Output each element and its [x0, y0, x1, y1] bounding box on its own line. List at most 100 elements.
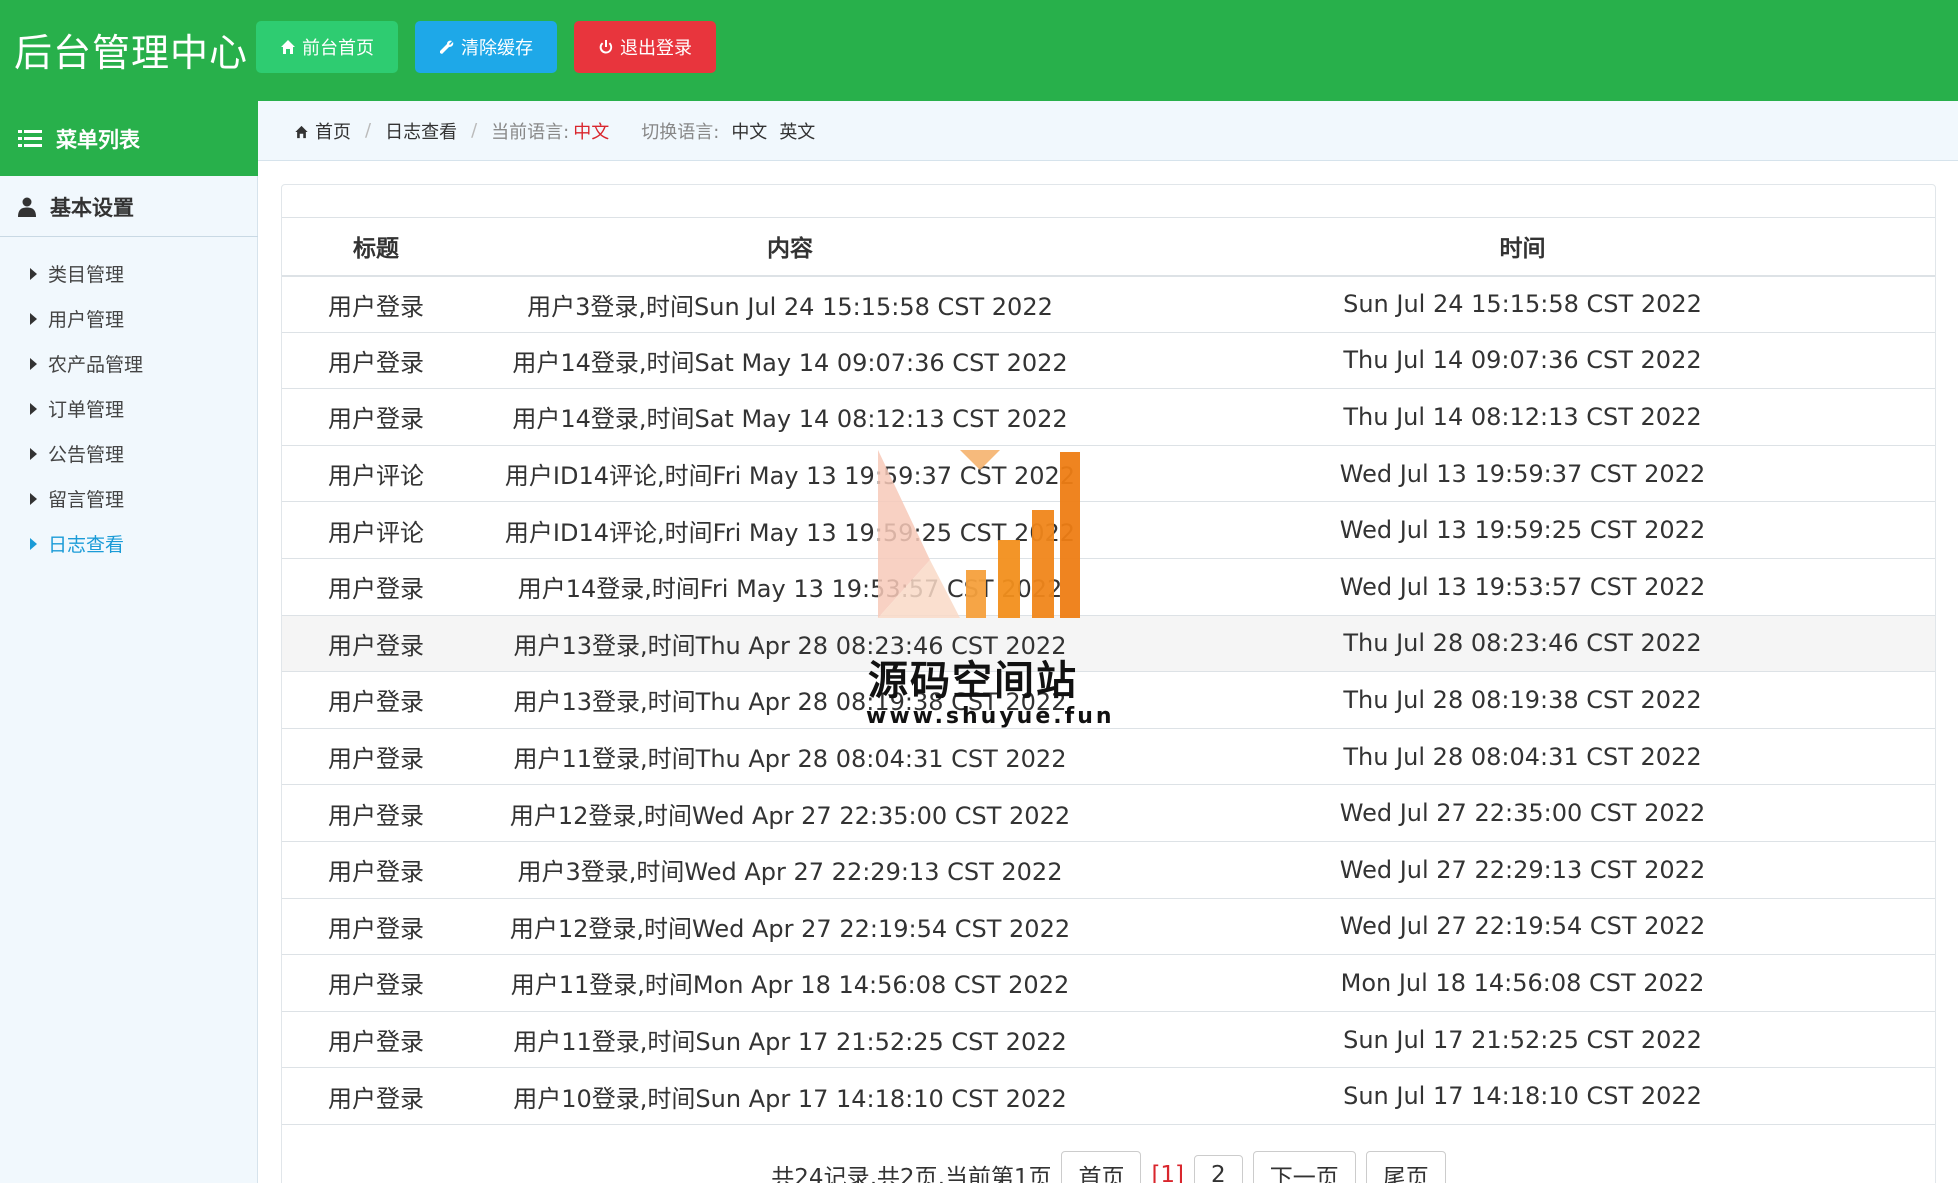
sidebar-item-notices[interactable]: 公告管理: [0, 431, 258, 476]
top-header: 后台管理中心 前台首页 清除缓存 退出登录: [0, 0, 1958, 101]
table-row: 用户登录 用户3登录,时间Wed Apr 27 22:29:13 CST 2022…: [282, 841, 1935, 899]
watermark-url: www.shuyue.fun: [866, 704, 1115, 729]
cell-title: 用户登录: [282, 784, 470, 842]
frontend-home-label: 前台首页: [302, 38, 374, 59]
switch-language-english[interactable]: 英文: [779, 118, 815, 144]
cell-time: Wed Jul 27 22:29:13 CST 2022: [1110, 841, 1935, 899]
cell-title: 用户登录: [282, 275, 470, 333]
sidebar-item-label: 订单管理: [48, 399, 125, 421]
table-row: 用户登录 用户12登录,时间Wed Apr 27 22:35:00 CST 202…: [282, 784, 1935, 842]
log-table: 标题 内容 时间 用户登录 用户3登录,时间Sun Jul 24 15:15:58…: [282, 217, 1935, 1125]
caret-right-icon: [30, 357, 37, 370]
cell-time: Thu Jul 28 08:04:31 CST 2022: [1110, 728, 1935, 786]
table-header-row: 标题 内容 时间: [282, 217, 1935, 277]
breadcrumb-current: 日志查看: [385, 121, 458, 143]
cell-time: Thu Jul 14 08:12:13 CST 2022: [1110, 388, 1935, 446]
table-row: 用户登录 用户14登录,时间Fri May 13 19:53:57 CST 202…: [282, 558, 1935, 616]
cell-title: 用户评论: [282, 501, 470, 559]
cell-content: 用户14登录,时间Sat May 14 09:07:36 CST 2022: [470, 332, 1110, 390]
breadcrumb-separator: /: [365, 120, 372, 141]
cell-time: Sun Jul 17 14:18:10 CST 2022: [1110, 1067, 1935, 1125]
next-page-button[interactable]: 下一页: [1252, 1151, 1356, 1183]
sidebar-item-label: 日志查看: [48, 534, 125, 556]
sidebar-item-messages[interactable]: 留言管理: [0, 476, 258, 521]
sidebar-item-logs[interactable]: 日志查看: [0, 521, 258, 566]
table-row: 用户评论 用户ID14评论,时间Fri May 13 19:59:25 CST 2…: [282, 501, 1935, 559]
cell-title: 用户登录: [282, 898, 470, 956]
cell-content: 用户14登录,时间Sat May 14 08:12:13 CST 2022: [470, 388, 1110, 446]
sidebar-item-label: 农产品管理: [48, 354, 144, 376]
switch-language-label: 切换语言:: [641, 121, 720, 143]
table-row: 用户登录 用户12登录,时间Wed Apr 27 22:19:54 CST 202…: [282, 898, 1935, 956]
table-row: 用户登录 用户11登录,时间Mon Apr 18 14:56:08 CST 202…: [282, 954, 1935, 1012]
pagination: 共24记录,共2页,当前第1页 首页 [1] 2 下一页 尾页: [282, 1150, 1935, 1183]
menu-list-title: 菜单列表: [56, 127, 140, 152]
cell-content: 用户12登录,时间Wed Apr 27 22:35:00 CST 2022: [470, 784, 1110, 842]
sidebar-item-label: 公告管理: [48, 444, 125, 466]
clear-cache-button[interactable]: 清除缓存: [415, 21, 557, 73]
home-icon: [281, 40, 295, 54]
caret-right-icon: [30, 267, 37, 280]
sidebar-item-label: 类目管理: [48, 264, 125, 286]
brand-title: 后台管理中心: [14, 31, 249, 75]
sidebar-submenu: 类目管理 用户管理 农产品管理 订单管理 公告管理 留言管理 日志查看: [0, 251, 258, 566]
sidebar-item-users[interactable]: 用户管理: [0, 296, 258, 341]
cell-title: 用户登录: [282, 671, 470, 729]
breadcrumb-home[interactable]: 首页: [294, 118, 351, 144]
breadcrumb-home-label: 首页: [315, 121, 351, 143]
sidebar-item-label: 用户管理: [48, 309, 125, 331]
watermark-text: 源码空间站: [868, 658, 1078, 704]
caret-right-icon: [30, 447, 37, 460]
cell-title: 用户登录: [282, 615, 470, 673]
basic-settings-title: 基本设置: [50, 195, 134, 220]
menu-list-header: 菜单列表: [0, 101, 258, 176]
sidebar-item-category[interactable]: 类目管理: [0, 251, 258, 296]
caret-right-icon: [30, 312, 37, 325]
cell-time: Sun Jul 24 15:15:58 CST 2022: [1110, 275, 1935, 333]
cell-content: 用户3登录,时间Wed Apr 27 22:29:13 CST 2022: [470, 841, 1110, 899]
cell-title: 用户登录: [282, 841, 470, 899]
cell-content: 用户10登录,时间Sun Apr 17 14:18:10 CST 2022: [470, 1067, 1110, 1125]
cell-title: 用户登录: [282, 1067, 470, 1125]
current-language-label: 当前语言:: [491, 121, 570, 143]
caret-right-icon: [30, 492, 37, 505]
table-row: 用户登录 用户11登录,时间Thu Apr 28 08:04:31 CST 202…: [282, 728, 1935, 786]
column-header-title: 标题: [282, 217, 470, 277]
wrench-icon: [440, 40, 454, 54]
sidebar-item-orders[interactable]: 订单管理: [0, 386, 258, 431]
breadcrumb: 首页 / 日志查看 / 当前语言: 中文 切换语言: 中文 英文: [258, 101, 1958, 161]
table-row: 用户登录 用户11登录,时间Sun Apr 17 21:52:25 CST 202…: [282, 1011, 1935, 1069]
current-language-value: 中文: [573, 121, 610, 143]
cell-title: 用户登录: [282, 558, 470, 616]
logout-button[interactable]: 退出登录: [574, 21, 716, 73]
table-row: 用户登录 用户14登录,时间Sat May 14 09:07:36 CST 202…: [282, 332, 1935, 390]
cell-title: 用户登录: [282, 388, 470, 446]
table-row: 用户登录 用户14登录,时间Sat May 14 08:12:13 CST 202…: [282, 388, 1935, 446]
breadcrumb-separator: /: [471, 120, 478, 141]
cell-time: Wed Jul 27 22:19:54 CST 2022: [1110, 898, 1935, 956]
sidebar-item-products[interactable]: 农产品管理: [0, 341, 258, 386]
basic-settings-group[interactable]: 基本设置: [0, 177, 258, 237]
clear-cache-label: 清除缓存: [461, 38, 533, 59]
switch-language-chinese[interactable]: 中文: [731, 118, 767, 144]
cell-title: 用户登录: [282, 332, 470, 390]
cell-time: Mon Jul 18 14:56:08 CST 2022: [1110, 954, 1935, 1012]
cell-time: Wed Jul 13 19:59:25 CST 2022: [1110, 501, 1935, 559]
cell-time: Wed Jul 13 19:59:37 CST 2022: [1110, 445, 1935, 503]
sidebar-item-label: 留言管理: [48, 489, 125, 511]
cell-content: 用户11登录,时间Mon Apr 18 14:56:08 CST 2022: [470, 954, 1110, 1012]
cell-title: 用户登录: [282, 1011, 470, 1069]
frontend-home-button[interactable]: 前台首页: [256, 21, 398, 73]
power-icon: [599, 40, 613, 54]
table-row: 用户登录 用户13登录,时间Thu Apr 28 08:23:46 CST 202…: [282, 615, 1935, 673]
logout-label: 退出登录: [620, 38, 692, 59]
first-page-button[interactable]: 首页: [1061, 1151, 1142, 1183]
table-row: 用户登录 用户10登录,时间Sun Apr 17 14:18:10 CST 202…: [282, 1067, 1935, 1125]
last-page-button[interactable]: 尾页: [1365, 1151, 1446, 1183]
cell-title: 用户登录: [282, 954, 470, 1012]
cell-time: Thu Jul 28 08:23:46 CST 2022: [1110, 615, 1935, 673]
page-2-button[interactable]: 2: [1194, 1155, 1243, 1183]
cell-title: 用户登录: [282, 728, 470, 786]
table-row: 用户评论 用户ID14评论,时间Fri May 13 19:59:37 CST 2…: [282, 445, 1935, 503]
cell-content: 用户12登录,时间Wed Apr 27 22:19:54 CST 2022: [470, 898, 1110, 956]
